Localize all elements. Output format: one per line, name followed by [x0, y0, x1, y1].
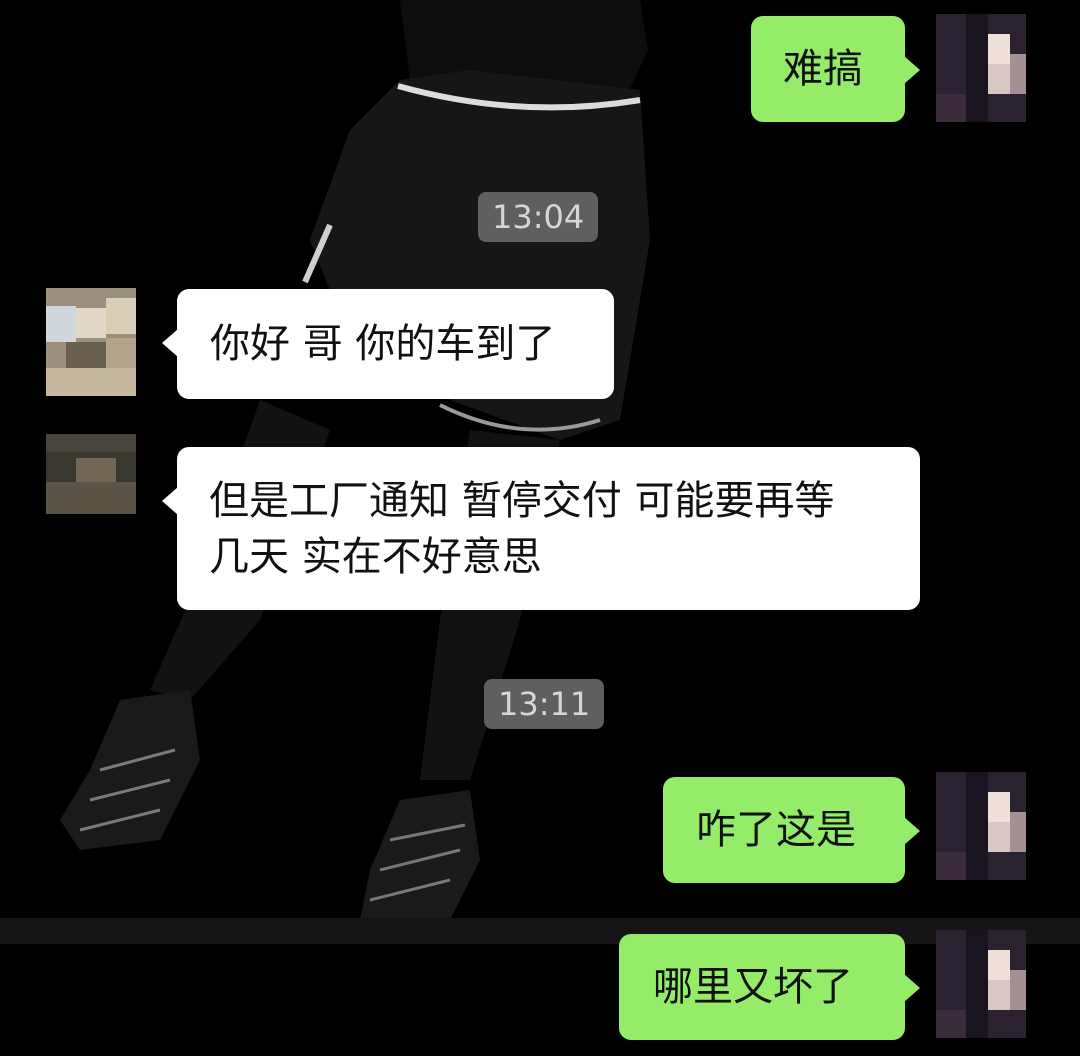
timestamp-pill: 13:11 — [484, 679, 605, 729]
message-text: 咋了这是 — [696, 807, 856, 853]
message-bubble-outgoing[interactable]: 咋了这是 — [663, 777, 920, 883]
divider-band — [0, 918, 1080, 944]
message-bubble-outgoing[interactable]: 哪里又坏了 — [619, 934, 920, 1040]
message-bubble-incoming[interactable]: 但是工厂通知 暂停交付 可能要再等 几天 实在不好意思 — [162, 447, 920, 610]
message-bubble-incoming[interactable]: 你好 哥 你的车到了 — [162, 289, 614, 399]
my-avatar[interactable] — [936, 930, 1026, 1038]
message-text: 但是工厂通知 暂停交付 可能要再等 几天 实在不好意思 — [209, 478, 835, 580]
message-text: 哪里又坏了 — [653, 964, 853, 1010]
timestamp-pill: 13:04 — [478, 192, 599, 242]
message-bubble-outgoing[interactable]: 难搞 — [751, 16, 920, 122]
my-avatar[interactable] — [936, 772, 1026, 880]
my-avatar[interactable] — [936, 14, 1026, 122]
message-text: 你好 哥 你的车到了 — [210, 321, 556, 367]
contact-avatar[interactable] — [46, 288, 136, 396]
message-text: 难搞 — [783, 46, 863, 92]
contact-avatar[interactable] — [46, 434, 136, 542]
